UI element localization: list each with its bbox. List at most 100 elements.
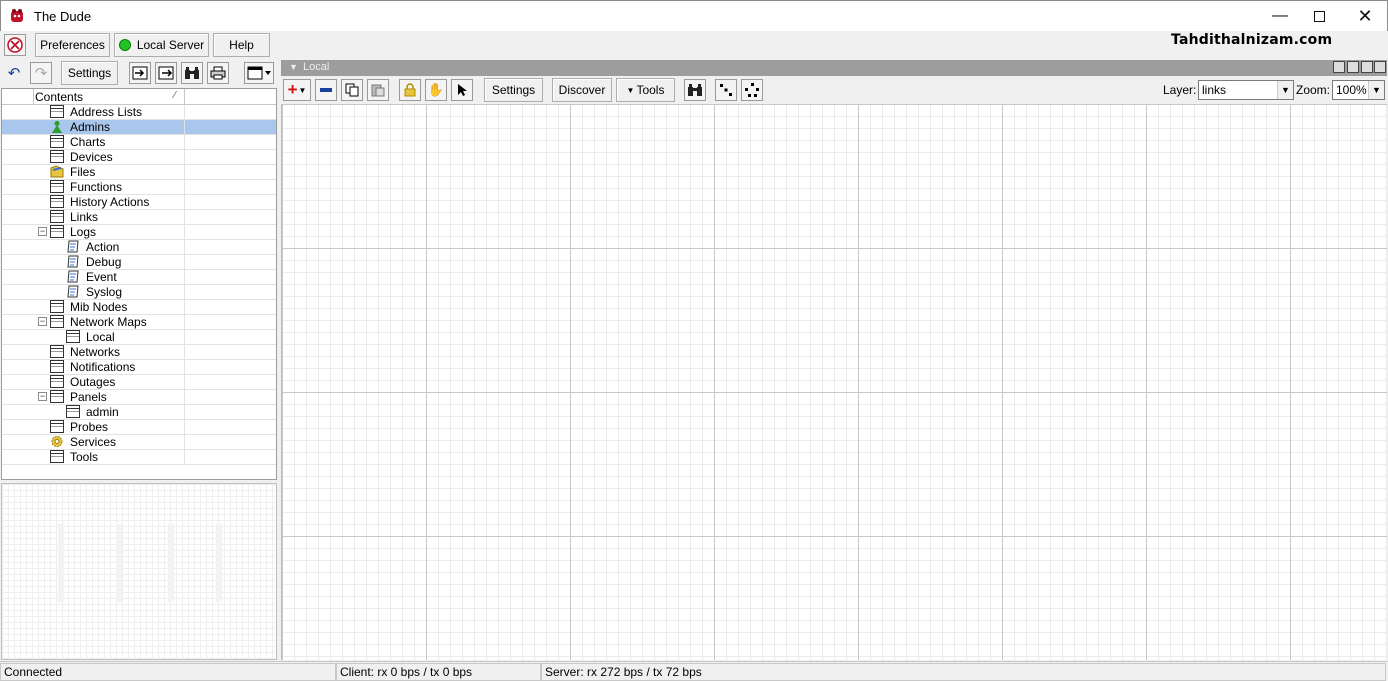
- arrange-circle-icon: [745, 83, 759, 97]
- lock-icon: [404, 83, 416, 97]
- watermark-text: Tahdithalnizam.com: [1171, 32, 1333, 48]
- arrange-circle-button[interactable]: [741, 79, 763, 101]
- tree-item-networks[interactable]: Networks: [2, 345, 276, 360]
- collapse-icon[interactable]: ▼: [289, 62, 298, 72]
- tree-item-label: Functions: [70, 180, 123, 194]
- binoculars-icon: [185, 67, 199, 79]
- map-find-button[interactable]: [684, 79, 706, 101]
- tree-item-logs[interactable]: − Logs: [2, 225, 276, 240]
- column-separator: [184, 420, 185, 435]
- preferences-button[interactable]: Preferences: [35, 33, 110, 57]
- tree-item-label: Mib Nodes: [70, 300, 128, 314]
- table-icon: [66, 405, 80, 418]
- table-icon: [50, 300, 64, 313]
- tree-item-tools[interactable]: Tools: [2, 450, 276, 465]
- maximize-button[interactable]: [1296, 1, 1342, 31]
- map-overview[interactable]: [1, 483, 277, 660]
- tree-item-outages[interactable]: Outages: [2, 375, 276, 390]
- map-settings-button[interactable]: Settings: [484, 78, 543, 102]
- contents-column-header[interactable]: Contents: [35, 90, 83, 104]
- overview-block: [168, 524, 174, 602]
- tree-item-event[interactable]: Event: [2, 270, 276, 285]
- remove-button[interactable]: [315, 79, 337, 101]
- layout-dropdown-button[interactable]: [244, 62, 274, 84]
- tree-item-label: Logs: [70, 225, 97, 239]
- tree-item-label: Files: [70, 165, 96, 179]
- contents-tree[interactable]: Contents ⁄ Address Lists Admins Charts Devi…: [1, 88, 277, 480]
- pan-button[interactable]: ✋: [425, 79, 447, 101]
- help-button[interactable]: Help: [213, 33, 270, 57]
- select-pointer-button[interactable]: [451, 79, 473, 101]
- zoom-label: Zoom:: [1296, 83, 1331, 97]
- collapse-toggle-icon[interactable]: −: [38, 227, 47, 236]
- tile-vertical-button[interactable]: [1333, 61, 1345, 73]
- tree-item-label: Probes: [70, 420, 109, 434]
- column-separator: [184, 165, 185, 180]
- local-server-button[interactable]: Local Server: [114, 33, 209, 57]
- tile-grid-button[interactable]: [1374, 61, 1386, 73]
- tree-item-syslog[interactable]: Syslog: [2, 285, 276, 300]
- tree-item-action[interactable]: Action: [2, 240, 276, 255]
- arrange-diagonal-button[interactable]: [715, 79, 737, 101]
- tree-item-probes[interactable]: Probes: [2, 420, 276, 435]
- tree-item-admin[interactable]: admin: [2, 405, 276, 420]
- log-icon: [66, 270, 80, 283]
- log-icon: [66, 240, 80, 253]
- printer-icon: [210, 66, 226, 80]
- layer-select[interactable]: links ▼: [1198, 80, 1294, 100]
- discover-button[interactable]: Discover: [552, 78, 612, 102]
- network-map-canvas[interactable]: [281, 104, 1387, 660]
- dropdown-arrow-icon: ▼: [626, 85, 635, 95]
- tree-item-history-actions[interactable]: History Actions: [2, 195, 276, 210]
- column-separator: [184, 450, 185, 465]
- print-button[interactable]: [207, 62, 229, 84]
- column-separator: [184, 255, 185, 270]
- tree-item-devices[interactable]: Devices: [2, 150, 276, 165]
- tree-item-address-lists[interactable]: Address Lists: [2, 105, 276, 120]
- redo-button[interactable]: ↷: [30, 62, 52, 84]
- title-bar: The Dude — ✕: [0, 0, 1388, 31]
- disconnect-button[interactable]: [4, 34, 26, 56]
- tree-item-files[interactable]: Files: [2, 165, 276, 180]
- paste-button[interactable]: [367, 79, 389, 101]
- column-separator: [184, 285, 185, 300]
- overview-block: [216, 524, 222, 602]
- tree-item-label: Admins: [70, 120, 111, 134]
- export-button[interactable]: [155, 62, 177, 84]
- binoculars-icon: [688, 84, 702, 96]
- table-icon: [50, 345, 64, 358]
- table-icon: [50, 450, 64, 463]
- tree-item-links[interactable]: Links: [2, 210, 276, 225]
- add-button[interactable]: + ▼: [283, 79, 311, 101]
- map-title-bar: ▼ Local: [281, 60, 1387, 76]
- import-button[interactable]: [129, 62, 151, 84]
- tree-item-label: Debug: [86, 255, 122, 269]
- tile-columns-button[interactable]: [1347, 61, 1359, 73]
- collapse-toggle-icon[interactable]: −: [38, 392, 47, 401]
- tile-horizontal-button[interactable]: [1361, 61, 1373, 73]
- column-separator: [184, 210, 185, 225]
- zoom-select[interactable]: 100% ▼: [1332, 80, 1385, 100]
- tree-item-services[interactable]: Services: [2, 435, 276, 450]
- collapse-toggle-icon[interactable]: −: [38, 317, 47, 326]
- column-separator: [184, 360, 185, 375]
- tree-item-functions[interactable]: Functions: [2, 180, 276, 195]
- tools-button[interactable]: ▼ Tools: [616, 78, 675, 102]
- tree-item-mib-nodes[interactable]: Mib Nodes: [2, 300, 276, 315]
- tree-item-notifications[interactable]: Notifications: [2, 360, 276, 375]
- find-button[interactable]: [181, 62, 203, 84]
- copy-button[interactable]: [341, 79, 363, 101]
- tree-item-local[interactable]: Local: [2, 330, 276, 345]
- lock-button[interactable]: [399, 79, 421, 101]
- tree-item-network-maps[interactable]: − Network Maps: [2, 315, 276, 330]
- undo-button[interactable]: ↶: [3, 62, 25, 84]
- settings-button[interactable]: Settings: [61, 61, 118, 85]
- tools-label: Tools: [636, 83, 665, 97]
- tree-item-panels[interactable]: − Panels: [2, 390, 276, 405]
- tree-item-admins[interactable]: Admins: [2, 120, 276, 135]
- tree-item-charts[interactable]: Charts: [2, 135, 276, 150]
- maximize-icon: [1313, 10, 1325, 22]
- tree-item-debug[interactable]: Debug: [2, 255, 276, 270]
- close-button[interactable]: ✕: [1342, 1, 1388, 31]
- connection-status: Connected: [0, 663, 336, 681]
